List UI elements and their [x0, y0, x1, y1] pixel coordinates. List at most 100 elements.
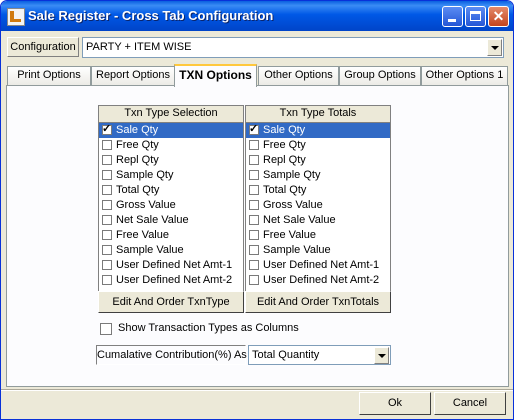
item-label: Repl Qty: [263, 154, 306, 166]
item-checkbox[interactable]: [249, 200, 259, 210]
item-label: Sale Qty: [116, 124, 159, 136]
item-label: Total Qty: [263, 184, 307, 196]
cumulative-contribution-select[interactable]: Total Quantity: [248, 345, 391, 365]
configuration-value: PARTY + ITEM WISE: [86, 41, 192, 53]
item-label: User Defined Net Amt-2: [263, 274, 380, 286]
list-item[interactable]: Sample Qty: [99, 168, 243, 183]
list-item[interactable]: Repl Qty: [246, 153, 390, 168]
ok-button[interactable]: Ok: [359, 392, 431, 415]
list-item[interactable]: Gross Value: [246, 198, 390, 213]
cancel-button[interactable]: Cancel: [434, 392, 506, 415]
item-checkbox[interactable]: [249, 170, 259, 180]
item-label: Sample Value: [263, 244, 331, 256]
chevron-down-icon[interactable]: [374, 347, 389, 364]
txn-type-selection-list[interactable]: Txn Type Selection Sale Qty Free Qty Repl …: [98, 105, 244, 313]
dialog-window: Sale Register - Cross Tab Configuration …: [0, 0, 514, 420]
item-label: Sale Qty: [263, 124, 306, 136]
item-checkbox[interactable]: [249, 155, 259, 165]
item-label: User Defined Net Amt-1: [116, 259, 233, 271]
close-icon: ✕: [492, 8, 505, 24]
tab-group-options[interactable]: Group Options: [339, 66, 421, 85]
txn-type-selection-header: Txn Type Selection: [99, 106, 243, 123]
list-item[interactable]: Sample Value: [99, 243, 243, 258]
list-item[interactable]: Gross Value: [99, 198, 243, 213]
list-item[interactable]: User Defined Net Amt-2: [99, 273, 243, 288]
window-title: Sale Register - Cross Tab Configuration: [28, 8, 274, 23]
item-checkbox[interactable]: [249, 140, 259, 150]
item-checkbox[interactable]: [102, 260, 112, 270]
tab-print-options[interactable]: Print Options: [7, 66, 91, 85]
item-checkbox[interactable]: [102, 170, 112, 180]
item-checkbox[interactable]: [249, 245, 259, 255]
divider: [1, 389, 513, 391]
item-label: Gross Value: [116, 199, 176, 211]
item-checkbox[interactable]: [102, 275, 112, 285]
tab-other-options[interactable]: Other Options: [258, 66, 339, 85]
cumulative-contribution-label: Cumalative Contribution(%) As: [96, 345, 247, 365]
tab-other-options-1[interactable]: Other Options 1: [421, 66, 508, 85]
list-item[interactable]: Total Qty: [99, 183, 243, 198]
minimize-icon: [448, 19, 456, 22]
item-checkbox[interactable]: [102, 185, 112, 195]
list-item[interactable]: Repl Qty: [99, 153, 243, 168]
chevron-down-icon[interactable]: [487, 39, 502, 56]
item-checkbox[interactable]: [249, 122, 259, 137]
edit-order-txntype-button[interactable]: Edit And Order TxnType: [98, 291, 244, 313]
list-item[interactable]: User Defined Net Amt-2: [246, 273, 390, 288]
item-checkbox[interactable]: [249, 260, 259, 270]
item-checkbox[interactable]: [102, 122, 112, 137]
show-transaction-types-label[interactable]: Show Transaction Types as Columns: [118, 322, 299, 334]
item-checkbox[interactable]: [102, 200, 112, 210]
list-item[interactable]: Sample Qty: [246, 168, 390, 183]
maximize-icon: [470, 11, 481, 21]
list-item[interactable]: Free Value: [99, 228, 243, 243]
list-item[interactable]: User Defined Net Amt-1: [99, 258, 243, 273]
item-label: Free Value: [263, 229, 316, 241]
item-label: Repl Qty: [116, 154, 159, 166]
minimize-button[interactable]: [442, 6, 463, 27]
list-item[interactable]: Sample Value: [246, 243, 390, 258]
list-item[interactable]: Total Qty: [246, 183, 390, 198]
item-checkbox[interactable]: [102, 215, 112, 225]
item-checkbox[interactable]: [102, 245, 112, 255]
item-label: Gross Value: [263, 199, 323, 211]
item-label: User Defined Net Amt-2: [116, 274, 233, 286]
list-item[interactable]: Free Qty: [246, 138, 390, 153]
list-item[interactable]: User Defined Net Amt-1: [246, 258, 390, 273]
list-item[interactable]: Sale Qty: [246, 122, 390, 138]
tab-txn-options[interactable]: TXN Options: [174, 64, 257, 87]
cumulative-contribution-value: Total Quantity: [252, 349, 320, 361]
tab-report-options[interactable]: Report Options: [91, 66, 175, 85]
list-item[interactable]: Net Sale Value: [246, 213, 390, 228]
item-checkbox[interactable]: [102, 230, 112, 240]
item-checkbox[interactable]: [249, 230, 259, 240]
item-label: Sample Qty: [263, 169, 321, 181]
item-checkbox[interactable]: [102, 140, 112, 150]
configuration-select[interactable]: PARTY + ITEM WISE: [82, 37, 504, 58]
item-label: User Defined Net Amt-1: [263, 259, 380, 271]
list-item[interactable]: Net Sale Value: [99, 213, 243, 228]
item-label: Net Sale Value: [116, 214, 189, 226]
txn-type-totals-header: Txn Type Totals: [246, 106, 390, 123]
list-item[interactable]: Free Qty: [99, 138, 243, 153]
item-checkbox[interactable]: [249, 185, 259, 195]
item-checkbox[interactable]: [249, 275, 259, 285]
app-icon: [7, 8, 25, 26]
list-item[interactable]: Free Value: [246, 228, 390, 243]
item-label: Free Qty: [263, 139, 306, 151]
item-checkbox[interactable]: [102, 155, 112, 165]
maximize-button[interactable]: [465, 6, 486, 27]
close-button[interactable]: ✕: [488, 6, 509, 27]
edit-order-txntotals-button[interactable]: Edit And Order TxnTotals: [245, 291, 391, 313]
item-label: Free Qty: [116, 139, 159, 151]
item-checkbox[interactable]: [249, 215, 259, 225]
configuration-label: Configuration: [7, 37, 79, 57]
title-bar[interactable]: Sale Register - Cross Tab Configuration …: [1, 1, 513, 31]
item-label: Total Qty: [116, 184, 160, 196]
item-label: Net Sale Value: [263, 214, 336, 226]
show-transaction-types-checkbox[interactable]: [100, 323, 112, 335]
list-item[interactable]: Sale Qty: [99, 122, 243, 138]
item-label: Sample Value: [116, 244, 184, 256]
item-label: Sample Qty: [116, 169, 174, 181]
txn-type-totals-list[interactable]: Txn Type Totals Sale Qty Free Qty Repl Qty…: [245, 105, 391, 313]
